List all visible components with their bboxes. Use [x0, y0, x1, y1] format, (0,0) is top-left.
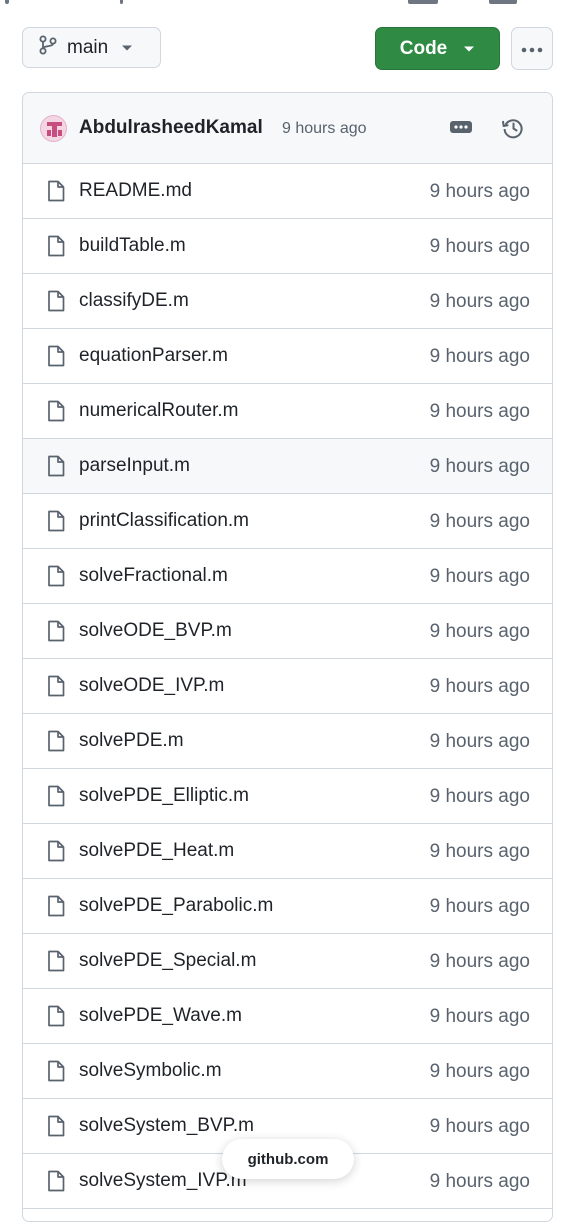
file-name-link[interactable]: solvePDE_Parabolic.m — [79, 895, 273, 917]
file-row[interactable]: solveODE_BVP.m 9 hours ago — [23, 604, 552, 659]
file-last-commit-time: 9 hours ago — [429, 676, 530, 697]
file-last-commit-time: 9 hours ago — [429, 731, 530, 752]
file-icon — [47, 785, 65, 812]
commit-message-toggle-icon[interactable] — [449, 120, 473, 139]
repo-toolbar: main Code — [22, 27, 553, 70]
file-row[interactable]: solveFractional.m 9 hours ago — [23, 549, 552, 604]
file-row[interactable]: solvePDE_Elliptic.m 9 hours ago — [23, 769, 552, 824]
file-icon — [47, 675, 65, 702]
file-last-commit-time: 9 hours ago — [429, 841, 530, 862]
file-row[interactable]: equationParser.m 9 hours ago — [23, 329, 552, 384]
file-icon — [47, 345, 65, 372]
kebab-horizontal-icon — [521, 40, 543, 58]
file-row[interactable]: solvePDE_Heat.m 9 hours ago — [23, 824, 552, 879]
file-name-link[interactable]: solveSymbolic.m — [79, 1060, 222, 1082]
file-last-commit-time: 9 hours ago — [429, 621, 530, 642]
file-last-commit-time: 9 hours ago — [429, 181, 530, 202]
file-row[interactable]: solvePDE_Special.m 9 hours ago — [23, 934, 552, 989]
file-last-commit-time: 9 hours ago — [429, 1061, 530, 1082]
file-icon — [47, 1005, 65, 1032]
file-icon — [47, 1170, 65, 1197]
file-icon — [47, 180, 65, 207]
file-last-commit-time: 9 hours ago — [429, 786, 530, 807]
code-button[interactable]: Code — [375, 27, 500, 70]
file-list: README.md 9 hours ago buildTable.m 9 hours … — [23, 164, 552, 1209]
file-row[interactable]: parseInput.m 9 hours ago — [23, 439, 552, 494]
file-name-link[interactable]: printClassification.m — [79, 510, 249, 532]
file-icon — [47, 1115, 65, 1142]
file-name-link[interactable]: solveSystem_IVP.m — [79, 1170, 247, 1192]
file-name-link[interactable]: solveODE_BVP.m — [79, 620, 232, 642]
file-last-commit-time: 9 hours ago — [429, 1006, 530, 1027]
commit-time: 9 hours ago — [282, 120, 367, 137]
avatar[interactable] — [40, 115, 67, 142]
file-icon — [47, 235, 65, 262]
file-last-commit-time: 9 hours ago — [429, 951, 530, 972]
file-icon — [47, 455, 65, 482]
file-last-commit-time: 9 hours ago — [429, 566, 530, 587]
file-icon — [47, 565, 65, 592]
more-options-button[interactable] — [511, 27, 553, 70]
file-name-link[interactable]: equationParser.m — [79, 345, 228, 367]
branch-select-button[interactable]: main — [22, 27, 161, 68]
file-last-commit-time: 9 hours ago — [429, 236, 530, 257]
file-icon — [47, 950, 65, 977]
latest-commit-bar: AbdulrasheedKamal 9 hours ago — [23, 93, 552, 164]
file-name-link[interactable]: solvePDE_Wave.m — [79, 1005, 242, 1027]
file-last-commit-time: 9 hours ago — [429, 346, 530, 367]
file-row[interactable]: README.md 9 hours ago — [23, 164, 552, 219]
file-name-link[interactable]: classifyDE.m — [79, 290, 189, 312]
file-last-commit-time: 9 hours ago — [429, 511, 530, 532]
browser-domain-pill[interactable]: github.com — [222, 1139, 354, 1179]
file-row[interactable]: solveODE_IVP.m 9 hours ago — [23, 659, 552, 714]
file-icon — [47, 400, 65, 427]
file-icon — [47, 840, 65, 867]
file-icon — [47, 620, 65, 647]
file-row[interactable]: buildTable.m 9 hours ago — [23, 219, 552, 274]
file-name-link[interactable]: numericalRouter.m — [79, 400, 238, 422]
file-icon — [47, 730, 65, 757]
chevron-down-icon — [463, 40, 475, 58]
file-name-link[interactable]: solvePDE.m — [79, 730, 184, 752]
previous-toolbar-edge — [0, 0, 575, 6]
code-button-label: Code — [399, 37, 448, 59]
file-name-link[interactable]: solveODE_IVP.m — [79, 675, 224, 697]
file-last-commit-time: 9 hours ago — [429, 1171, 530, 1192]
file-last-commit-time: 9 hours ago — [429, 456, 530, 477]
file-icon — [47, 290, 65, 317]
file-row[interactable]: solvePDE_Wave.m 9 hours ago — [23, 989, 552, 1044]
file-row[interactable]: solveSymbolic.m 9 hours ago — [23, 1044, 552, 1099]
file-name-link[interactable]: solveFractional.m — [79, 565, 228, 587]
file-last-commit-time: 9 hours ago — [429, 1116, 530, 1137]
file-icon — [47, 1060, 65, 1087]
file-row[interactable]: classifyDE.m 9 hours ago — [23, 274, 552, 329]
file-icon — [47, 510, 65, 537]
file-last-commit-time: 9 hours ago — [429, 291, 530, 312]
chevron-down-icon — [121, 39, 133, 57]
file-last-commit-time: 9 hours ago — [429, 401, 530, 422]
file-name-link[interactable]: buildTable.m — [79, 235, 186, 257]
file-row[interactable]: numericalRouter.m 9 hours ago — [23, 384, 552, 439]
history-icon[interactable] — [501, 116, 525, 145]
file-name-link[interactable]: solvePDE_Elliptic.m — [79, 785, 249, 807]
file-last-commit-time: 9 hours ago — [429, 896, 530, 917]
file-row[interactable]: printClassification.m 9 hours ago — [23, 494, 552, 549]
file-name-link[interactable]: README.md — [79, 180, 192, 202]
git-branch-icon — [39, 35, 57, 60]
file-name-link[interactable]: parseInput.m — [79, 455, 190, 477]
file-name-link[interactable]: solvePDE_Heat.m — [79, 840, 234, 862]
file-row[interactable]: solvePDE_Parabolic.m 9 hours ago — [23, 879, 552, 934]
file-name-link[interactable]: solveSystem_BVP.m — [79, 1115, 254, 1137]
file-icon — [47, 895, 65, 922]
file-row[interactable]: solvePDE.m 9 hours ago — [23, 714, 552, 769]
commit-author-link[interactable]: AbdulrasheedKamal — [79, 117, 263, 139]
branch-name: main — [67, 36, 109, 58]
file-list-box: AbdulrasheedKamal 9 hours ago README.md 9… — [22, 92, 553, 1222]
file-name-link[interactable]: solvePDE_Special.m — [79, 950, 256, 972]
